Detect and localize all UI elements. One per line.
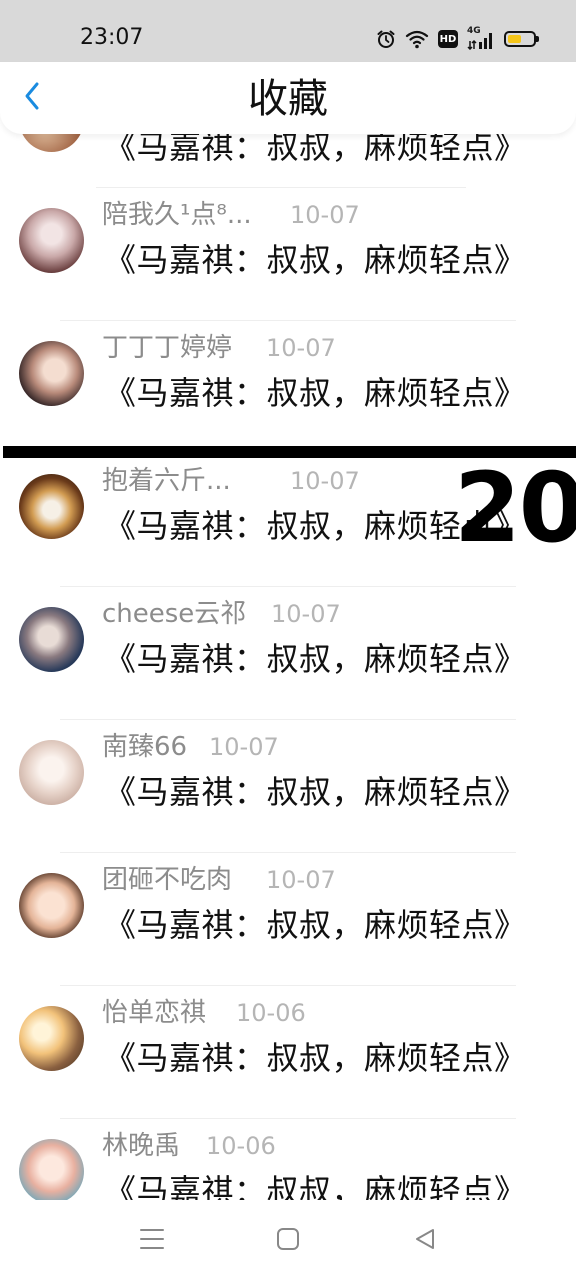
item-author[interactable]: 陪我久¹点⁸... [102, 198, 252, 232]
list-item[interactable]: 林晚禹 10-06 《马嘉祺：叔叔，麻烦轻点》 [0, 1119, 576, 1200]
overlay-number: 20 [454, 452, 576, 564]
item-date: 10-07 [266, 866, 336, 894]
list-item[interactable]: 丁丁丁婷婷 10-07 《马嘉祺：叔叔，麻烦轻点》 [0, 321, 576, 454]
item-title[interactable]: 《马嘉祺：叔叔，麻烦轻点》 [104, 905, 527, 945]
item-title[interactable]: 《马嘉祺：叔叔，麻烦轻点》 [104, 1171, 527, 1200]
item-title[interactable]: 《马嘉祺：叔叔，麻烦轻点》 [104, 240, 527, 280]
home-button[interactable] [273, 1226, 303, 1256]
avatar[interactable] [19, 873, 84, 938]
menu-icon [139, 1227, 165, 1255]
system-nav-bar [0, 1200, 576, 1280]
page-title: 收藏 [248, 76, 328, 122]
home-square-icon [276, 1227, 300, 1255]
item-date: 10-07 [290, 467, 360, 495]
item-date: 10-07 [266, 334, 336, 362]
list-item[interactable]: 怡单恋祺 10-06 《马嘉祺：叔叔，麻烦轻点》 [0, 986, 576, 1119]
list-item[interactable]: 南臻66 10-07 《马嘉祺：叔叔，麻烦轻点》 [0, 720, 576, 853]
app-header: 收藏 [0, 62, 576, 134]
item-title[interactable]: 《马嘉祺：叔叔，麻烦轻点》 [104, 772, 527, 812]
avatar[interactable] [19, 474, 84, 539]
item-title[interactable]: 《马嘉祺：叔叔，麻烦轻点》 [104, 639, 527, 679]
avatar[interactable] [19, 740, 84, 805]
item-title[interactable]: 《马嘉祺：叔叔，麻烦轻点》 [104, 373, 527, 413]
item-date: 10-07 [271, 600, 341, 628]
item-date: 10-07 [209, 733, 279, 761]
avatar[interactable] [19, 1006, 84, 1071]
list-item[interactable]: 陪我久¹点⁸... 10-07 《马嘉祺：叔叔，麻烦轻点》 [0, 188, 576, 321]
back-triangle-icon [413, 1227, 437, 1255]
menu-button[interactable] [137, 1226, 167, 1256]
item-date: 10-07 [290, 201, 360, 229]
list-item[interactable]: cheese云祁 10-07 《马嘉祺：叔叔，麻烦轻点》 [0, 587, 576, 720]
item-author[interactable]: 怡单恋祺 [102, 996, 206, 1030]
avatar[interactable] [19, 208, 84, 273]
item-author[interactable]: 南臻66 [102, 730, 187, 764]
item-author[interactable]: 团砸不吃肉 [102, 863, 232, 897]
item-author[interactable]: 抱着六斤... [102, 464, 231, 498]
avatar[interactable] [19, 1139, 84, 1200]
item-date: 10-06 [236, 999, 306, 1027]
favorites-list[interactable]: 《马嘉祺：叔叔，麻烦轻点》 陪我久¹点⁸... 10-07 《马嘉祺：叔叔，麻烦… [0, 0, 576, 1200]
back-nav-button[interactable] [410, 1226, 440, 1256]
item-author[interactable]: 林晚禹 [102, 1129, 180, 1163]
item-author[interactable]: cheese云祁 [102, 597, 246, 631]
list-item[interactable]: 团砸不吃肉 10-07 《马嘉祺：叔叔，麻烦轻点》 [0, 853, 576, 986]
item-date: 10-06 [206, 1132, 276, 1160]
avatar[interactable] [19, 607, 84, 672]
avatar[interactable] [19, 341, 84, 406]
item-title[interactable]: 《马嘉祺：叔叔，麻烦轻点》 [104, 1038, 527, 1078]
item-author[interactable]: 丁丁丁婷婷 [102, 331, 232, 365]
